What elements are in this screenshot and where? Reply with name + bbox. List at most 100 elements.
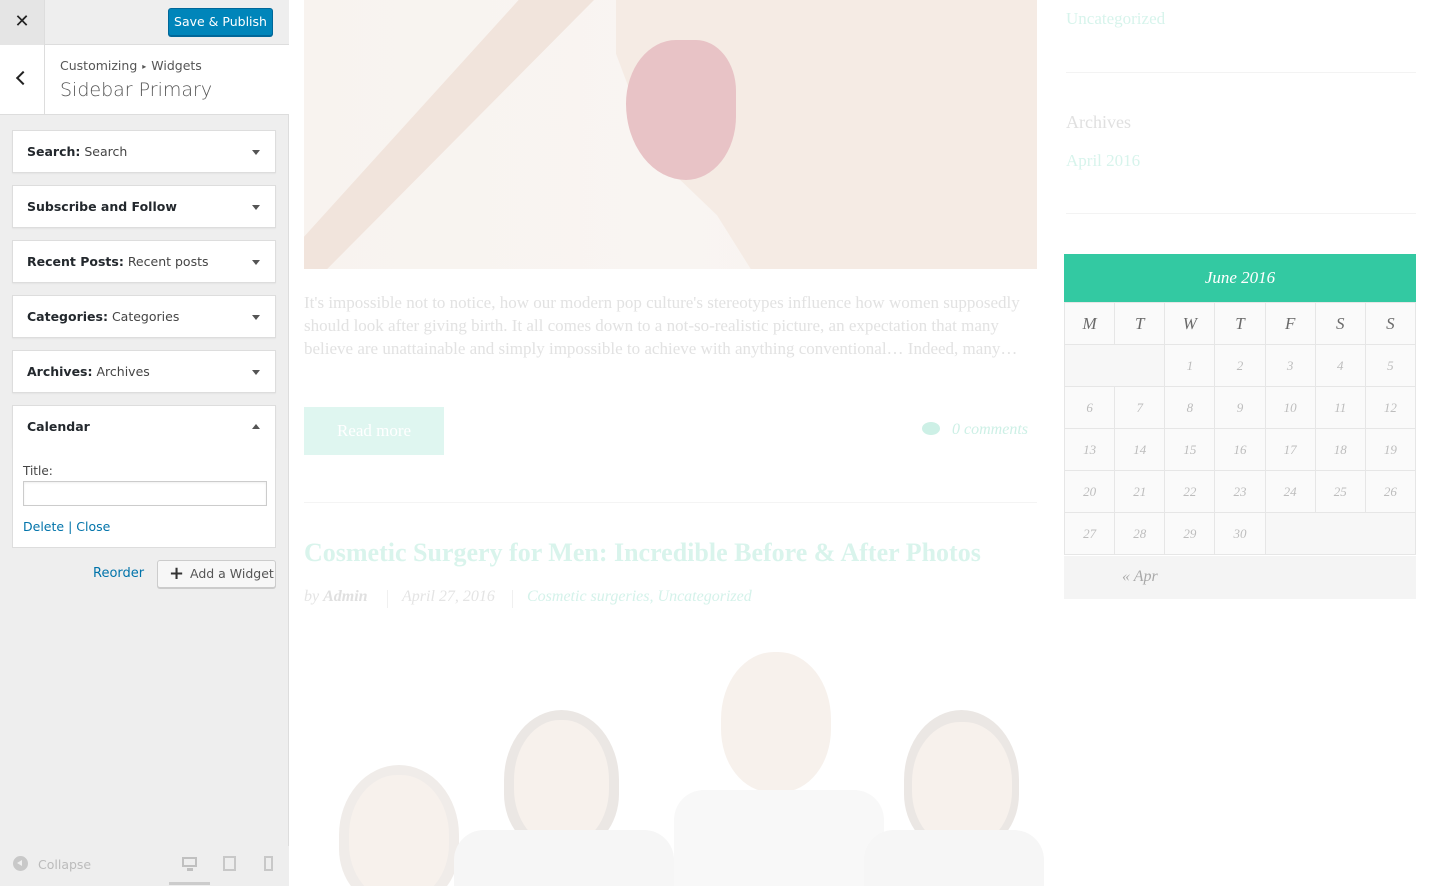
weekday-header: M <box>1063 302 1116 345</box>
calendar-day: 23 <box>1214 470 1266 513</box>
post-image-people[interactable] <box>304 640 1044 886</box>
close-customizer-button[interactable]: ✕ <box>0 0 45 45</box>
link-separator: | <box>68 519 73 534</box>
close-link[interactable]: Close <box>76 519 110 534</box>
close-icon: ✕ <box>14 11 30 32</box>
post-divider <box>304 502 1037 503</box>
expand-arrow-icon[interactable] <box>252 260 260 265</box>
site-preview: It's impossible not to notice, how our m… <box>289 0 1433 886</box>
widget-type: Calendar <box>27 419 90 434</box>
meta-by: by <box>304 588 320 605</box>
week-row: 6 7 8 9 10 11 12 <box>1063 386 1417 429</box>
delete-link[interactable]: Delete <box>23 519 64 534</box>
archive-link[interactable]: April 2016 <box>1066 151 1140 171</box>
add-widget-button[interactable]: + Add a Widget <box>157 560 276 588</box>
person-body <box>674 790 884 886</box>
widget-subscribe-follow[interactable]: Subscribe and Follow <box>12 185 276 228</box>
widget-categories[interactable]: Categories: Categories <box>12 295 276 338</box>
calendar-day: 20 <box>1063 470 1116 513</box>
calendar-prev-link[interactable]: « Apr <box>1122 568 1158 586</box>
comments-link[interactable]: 0 comments <box>922 421 1028 439</box>
calendar-day: 18 <box>1314 428 1366 471</box>
plus-icon: + <box>169 563 185 584</box>
weekday-header: W <box>1164 302 1216 345</box>
section-title: Sidebar Primary <box>60 79 213 101</box>
calendar-caption: June 2016 <box>1064 254 1416 302</box>
calendar-day: 30 <box>1214 512 1266 555</box>
week-row: 20 21 22 23 24 25 26 <box>1063 470 1417 513</box>
weekday-header: S <box>1364 302 1417 345</box>
lips-shape <box>626 40 736 180</box>
title-field[interactable] <box>23 481 267 506</box>
calendar-day: 8 <box>1164 386 1216 429</box>
calendar-day: 11 <box>1314 386 1366 429</box>
weekday-header: S <box>1314 302 1366 345</box>
sidebar-divider <box>1066 72 1416 73</box>
add-widget-label: Add a Widget <box>190 566 274 581</box>
customizer-header: ✕ Save & Publish <box>0 0 289 45</box>
post-date[interactable]: April 27, 2016 <box>402 588 495 606</box>
calendar-day: 25 <box>1314 470 1366 513</box>
chevron-left-icon <box>15 70 31 86</box>
mobile-icon[interactable] <box>260 855 278 873</box>
widget-type: Recent Posts: <box>27 254 124 269</box>
post-meta: by Admin April 27, 2016 Cosmetic surgeri… <box>304 588 752 608</box>
expand-arrow-icon[interactable] <box>252 370 260 375</box>
calendar-day: 9 <box>1214 386 1266 429</box>
expand-arrow-icon[interactable] <box>252 150 260 155</box>
calendar-day: 27 <box>1063 512 1116 555</box>
widget-archives[interactable]: Archives: Archives <box>12 350 276 393</box>
read-more-button[interactable]: Read more <box>304 407 444 455</box>
widget-recent-posts[interactable]: Recent Posts: Recent posts <box>12 240 276 283</box>
sidebar-divider <box>1066 213 1416 214</box>
reorder-link[interactable]: Reorder <box>93 566 144 581</box>
calendar-day: 10 <box>1264 386 1316 429</box>
category-link[interactable]: Uncategorized <box>1066 9 1165 29</box>
title-label: Title: <box>23 464 53 478</box>
collapse-button[interactable]: Collapse <box>38 857 91 872</box>
customizer-sidebar: ✕ Save & Publish Customizing ▸ Widgets Sid… <box>0 0 289 886</box>
meta-divider <box>512 590 513 608</box>
weekday-header: T <box>1214 302 1266 345</box>
post-featured-image[interactable] <box>304 0 1037 269</box>
calendar-widget-form: Title: Delete | Close <box>12 447 276 548</box>
customizer-footer: Collapse <box>0 846 289 886</box>
widget-search[interactable]: Search: Search <box>12 130 276 173</box>
breadcrumb-root: Customizing <box>60 58 138 73</box>
calendar-day: 14 <box>1114 428 1166 471</box>
expand-arrow-icon[interactable] <box>252 315 260 320</box>
widget-type: Archives: <box>27 364 93 379</box>
calendar-day: 6 <box>1063 386 1116 429</box>
calendar-day: 2 <box>1214 344 1266 387</box>
back-button[interactable] <box>0 45 45 114</box>
post-categories[interactable]: Cosmetic surgeries, Uncategorized <box>527 588 752 606</box>
expand-arrow-icon[interactable] <box>252 205 260 210</box>
post-title[interactable]: Cosmetic Surgery for Men: Incredible Bef… <box>304 538 981 568</box>
calendar-day: 15 <box>1164 428 1216 471</box>
weekday-header: F <box>1264 302 1316 345</box>
calendar-day: 19 <box>1364 428 1417 471</box>
calendar-nav: « Apr <box>1064 556 1416 599</box>
calendar-day: 24 <box>1264 470 1316 513</box>
post-author[interactable]: Admin <box>323 588 367 605</box>
calendar-pad <box>1264 512 1417 555</box>
calendar-day: 22 <box>1164 470 1216 513</box>
person-head <box>349 775 449 886</box>
person-body <box>864 830 1044 886</box>
calendar-widget: June 2016 M T W T F S S 1 2 3 4 5 6 7 8 … <box>1063 254 1417 599</box>
tablet-icon[interactable] <box>221 855 239 873</box>
calendar-table: M T W T F S S 1 2 3 4 5 6 7 8 9 10 11 12… <box>1063 302 1417 555</box>
week-row: 13 14 15 16 17 18 19 <box>1063 428 1417 471</box>
comment-icon <box>922 422 940 435</box>
calendar-day: 13 <box>1063 428 1116 471</box>
desktop-icon[interactable] <box>181 855 199 873</box>
collapse-icon[interactable] <box>13 856 28 871</box>
calendar-day: 16 <box>1214 428 1266 471</box>
widget-calendar[interactable]: Calendar <box>12 405 276 448</box>
person-head <box>514 720 609 845</box>
save-publish-button[interactable]: Save & Publish <box>168 8 273 36</box>
post-excerpt: It's impossible not to notice, how our m… <box>304 293 1020 358</box>
calendar-pad <box>1063 344 1166 387</box>
breadcrumb-section: Widgets <box>151 58 202 73</box>
collapse-arrow-icon[interactable] <box>252 424 260 429</box>
